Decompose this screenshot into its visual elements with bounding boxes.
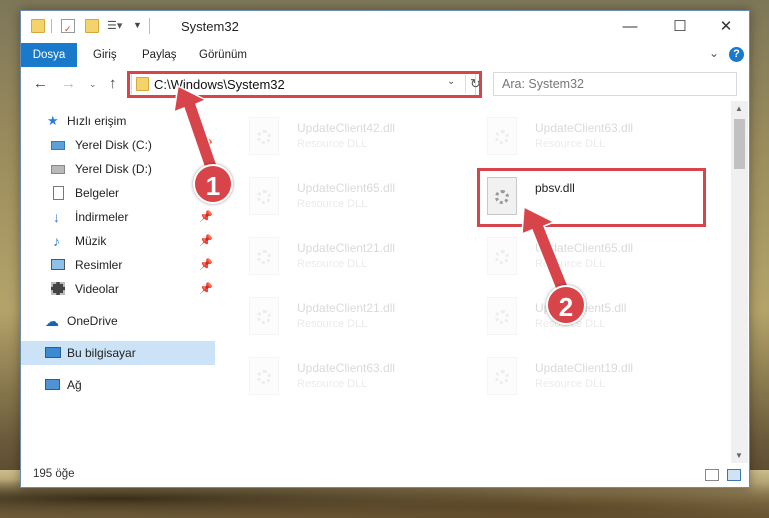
annotation-arrows	[173, 84, 569, 291]
arrow-to-pbsv-file	[521, 205, 569, 291]
step-1-badge: 1	[193, 164, 233, 204]
step-2-badge: 2	[546, 285, 586, 325]
arrow-to-address-bar	[173, 84, 219, 173]
